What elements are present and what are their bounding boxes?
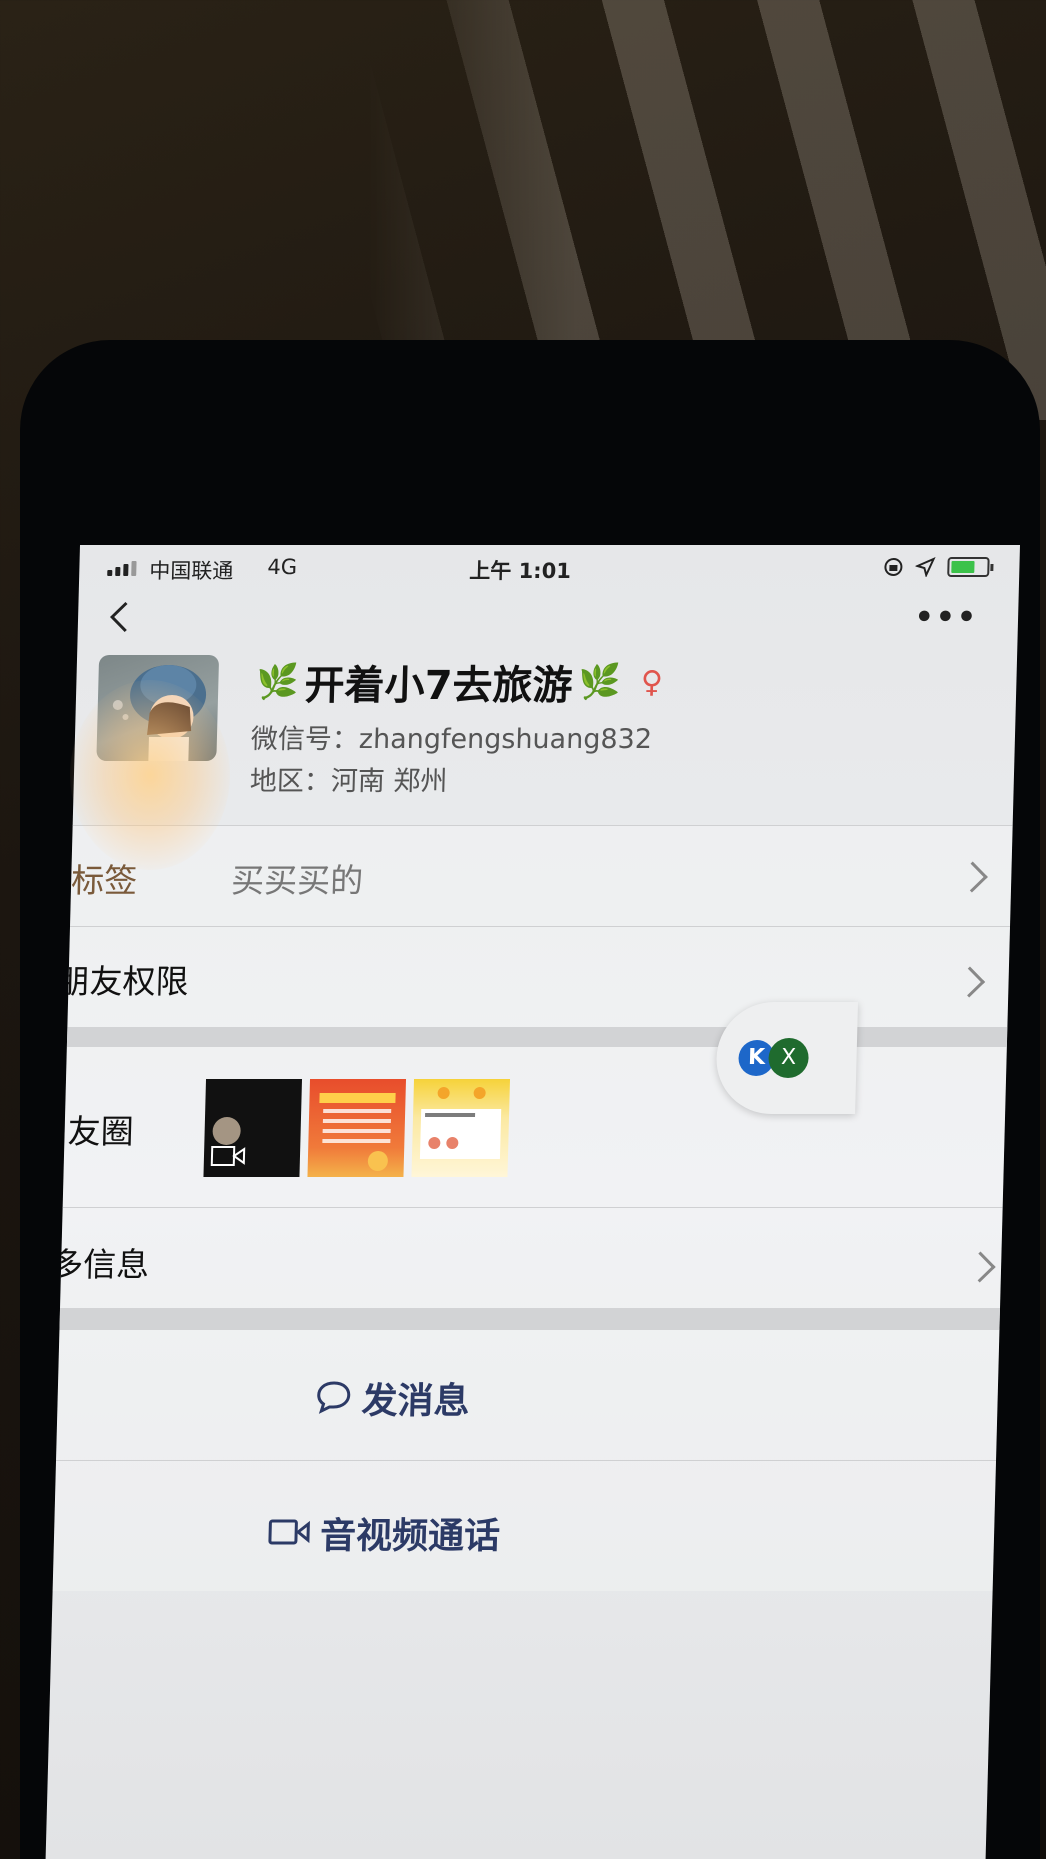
section-gap [59,1308,1001,1330]
moments-row[interactable]: 朋友圈 [46,1047,1007,1207]
female-gender-icon: ♀ [640,664,664,700]
location-icon [915,557,936,577]
wechat-id-value: zhangfengshuang832 [358,724,653,755]
video-icon [210,1117,246,1166]
network-type: 4G [267,555,298,579]
leaf-icon: 🌿 [578,662,622,702]
friend-permissions-row[interactable]: 朋友权限 [56,927,1010,1027]
profile-name: 🌿 开着小7去旅游 🌿 ♀ [256,653,664,711]
light-glare [70,680,230,870]
signal-icon [107,561,137,576]
wechat-id: 微信号：zhangfengshuang832 [250,724,653,755]
carrier-name: 中国联通 [149,559,234,583]
orientation-lock-icon [884,558,903,576]
video-call-label: 音视频通话 [319,1516,501,1557]
send-message-button[interactable]: 发消息 [56,1330,1000,1460]
more-options-button[interactable]: ••• [914,600,978,635]
chevron-right-icon [964,1251,996,1283]
more-info-row[interactable]: 更多信息 [46,1208,1003,1308]
video-camera-icon [268,1519,310,1545]
chevron-right-icon [954,966,986,998]
x-app-icon[interactable]: X [768,1038,810,1078]
status-bar: 中国联通 4G 上午 1:01 [79,545,1020,595]
tags-row[interactable]: 标签 买买买的 [70,826,1013,926]
profile-name-text: 开着小7去旅游 [304,663,574,709]
chat-bubble-icon [317,1381,351,1414]
region-value: 河南 郑州 [330,766,448,797]
more-info-label: 更多信息 [45,1245,150,1284]
battery-icon [947,557,990,577]
friend-permissions-label: 朋友权限 [56,962,190,1001]
moments-thumbnail-video[interactable] [203,1079,303,1177]
leaf-icon: 🌿 [255,662,300,702]
section-gap [66,1027,1008,1047]
video-call-button[interactable]: 音视频通话 [52,1461,997,1591]
back-icon[interactable] [100,597,141,637]
status-time: 上午 1:01 [469,559,572,583]
floating-app-widget[interactable]: K X [715,1002,859,1114]
moments-thumbnail-lesson[interactable] [411,1079,511,1177]
tags-value: 买买买的 [230,861,364,900]
region: 地区：河南 郑州 [249,766,448,797]
chevron-right-icon [956,861,988,893]
moments-thumbnail-poster[interactable] [307,1079,407,1177]
send-message-label: 发消息 [361,1381,471,1422]
